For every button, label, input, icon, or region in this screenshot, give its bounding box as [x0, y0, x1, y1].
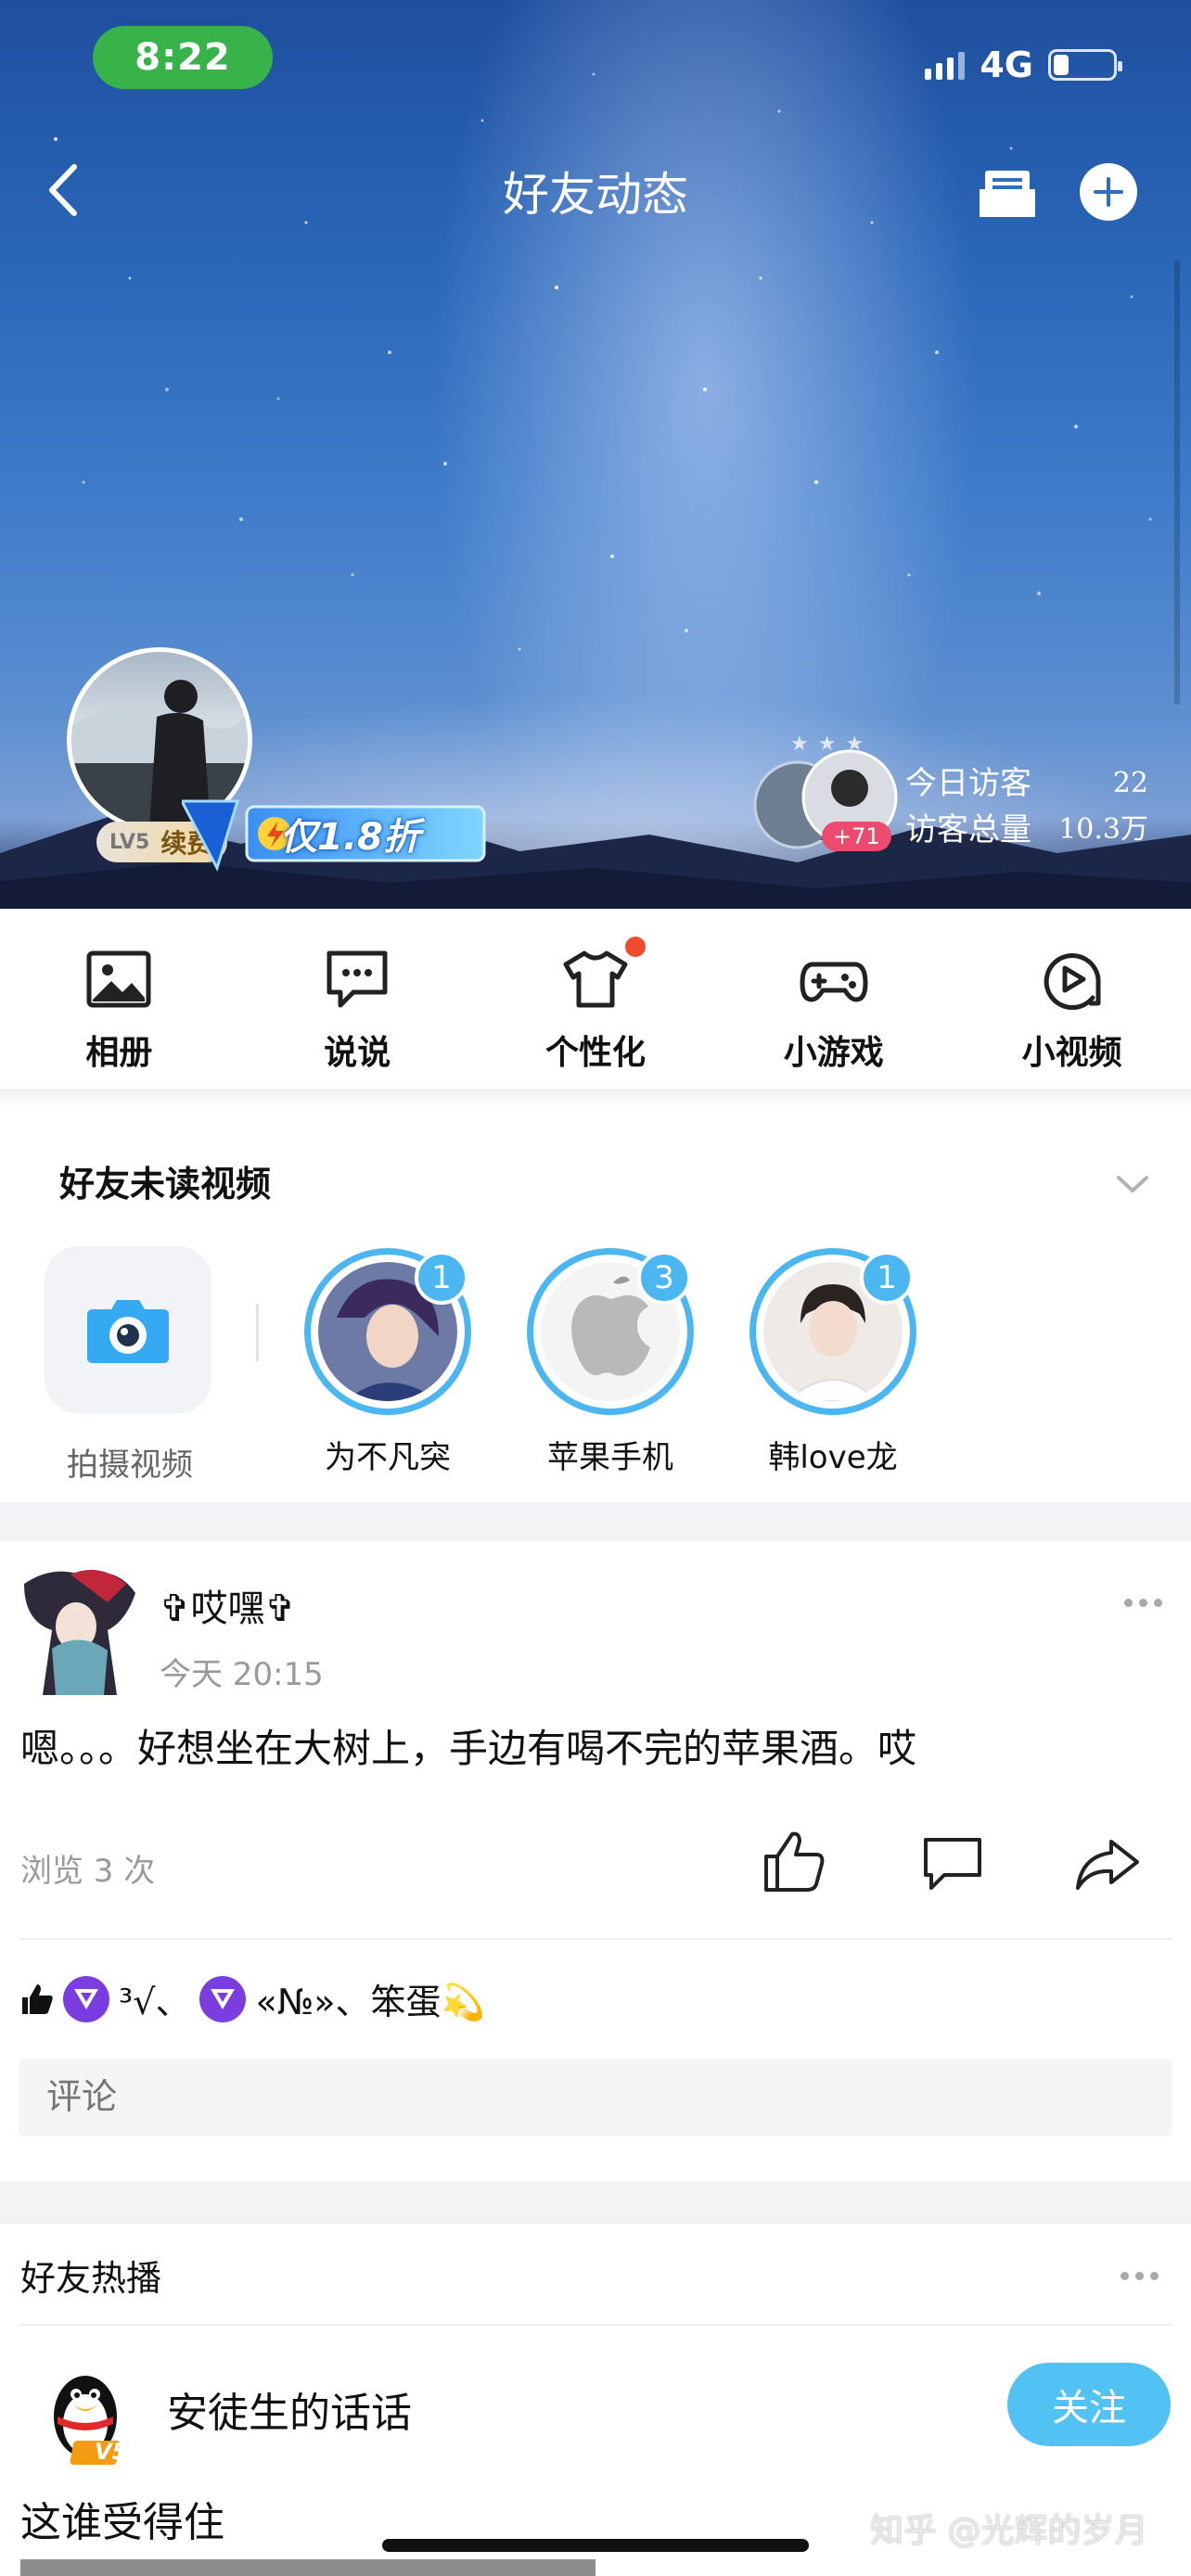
- camera-icon: [87, 1300, 169, 1363]
- visitor-rank-stars: ★★★: [790, 733, 874, 756]
- vip-promo-text: 仅1.8折: [280, 816, 420, 859]
- video-avatar-ring: 1: [304, 1248, 471, 1415]
- post-timestamp: 今天 20:15: [160, 1656, 324, 1693]
- comment-input[interactable]: [19, 2059, 1172, 2136]
- shoot-video-button[interactable]: [45, 1246, 211, 1413]
- feed-post: ✞哎嘿✞ 今天 20:15 嗯。。。好想坐在大树上，手边有喝不完的苹果酒。哎 浏…: [0, 1541, 1191, 2181]
- follow-button[interactable]: 关注: [1007, 2363, 1171, 2446]
- video-avatar-ring: 1: [749, 1248, 916, 1415]
- plus-icon: [1094, 177, 1123, 207]
- home-indicator[interactable]: [382, 2539, 809, 2552]
- liker-name[interactable]: ³√、: [119, 1973, 190, 2024]
- friend-video-name: 为不凡突: [325, 1439, 451, 1476]
- menu-label-album: 相册: [85, 1034, 153, 1072]
- friend-videos-title: 好友未读视频: [59, 1164, 272, 1205]
- menu-item-personalize[interactable]: 个性化: [477, 909, 715, 1094]
- status-time: 8:22: [93, 26, 273, 89]
- unread-count-badge: 3: [637, 1251, 691, 1305]
- unread-count-badge: 1: [860, 1251, 914, 1305]
- menu-item-short-video[interactable]: 小视频: [953, 909, 1191, 1094]
- author-level-badge: V5: [95, 2439, 128, 2465]
- chevron-down-icon[interactable]: [1113, 1170, 1152, 1196]
- menu-shadow: [0, 1089, 1191, 1109]
- menu-item-shuoshuo[interactable]: 说说: [238, 909, 477, 1094]
- hot-post-image[interactable]: [20, 2559, 596, 2576]
- comment-icon[interactable]: [920, 1836, 985, 1892]
- more-visitors-badge: +71: [822, 822, 891, 851]
- today-visitors-value: 22: [1112, 767, 1148, 799]
- photo-album-icon: [86, 950, 151, 1008]
- friend-videos-section: 好友未读视频 拍摄视频 1 为不凡突 3 苹果手机 1 韩love龙: [0, 1109, 1191, 1502]
- post-content[interactable]: 嗯。。。好想坐在大树上，手边有喝不完的苹果酒。哎: [20, 1717, 916, 1774]
- gamepad-icon: [800, 962, 868, 1002]
- section-gap: [0, 2181, 1191, 2224]
- post-author-name[interactable]: ✞哎嘿✞: [160, 1578, 296, 1632]
- menu-label-personalize: 个性化: [544, 1034, 646, 1072]
- level-badge: LV5: [109, 830, 150, 854]
- status-indicators: 4G: [925, 45, 1122, 85]
- play-circle-icon: [1044, 953, 1101, 1011]
- friend-video-item[interactable]: 1 韩love龙: [749, 1248, 916, 1477]
- post-view-count: 浏览 3 次: [20, 1853, 156, 1890]
- unread-count-badge: 1: [415, 1251, 468, 1305]
- thumbs-up-icon: [22, 1983, 53, 2014]
- vip-badge-icon: [63, 1975, 109, 2022]
- chat-bubble-icon: [327, 950, 388, 1008]
- add-button[interactable]: [1080, 163, 1137, 221]
- hot-author-name[interactable]: 安徒生的话话: [167, 2379, 412, 2439]
- shoot-video-label: 拍摄视频: [67, 1447, 193, 1484]
- friend-video-item[interactable]: 1 为不凡突: [304, 1248, 471, 1477]
- total-visitors-label: 访客总量: [905, 811, 1031, 848]
- network-label: 4G: [980, 45, 1033, 85]
- divider: [19, 2324, 1172, 2326]
- share-icon[interactable]: [1074, 1836, 1141, 1892]
- hot-post-content[interactable]: 这谁受得住: [20, 2489, 224, 2548]
- friend-video-name: 韩love龙: [768, 1439, 898, 1476]
- video-avatar-ring: 3: [527, 1248, 694, 1415]
- menu-label-games: 小游戏: [783, 1034, 884, 1072]
- like-icon[interactable]: [762, 1829, 826, 1894]
- signal-icon: [925, 50, 966, 80]
- message-box-icon[interactable]: [978, 165, 1037, 221]
- cover-banner[interactable]: 8:22 4G 好友动态 LV5 续费 仅1.8折 ★★★ +71 今日访客 2…: [0, 0, 1191, 909]
- watermark: 知乎 @光辉的岁月: [870, 2512, 1148, 2550]
- notification-dot: [624, 937, 646, 957]
- visitor-stats[interactable]: 今日访客 22 访客总量 10.3万: [905, 760, 1148, 853]
- scroll-indicator: [1174, 260, 1180, 705]
- menu-label-short-video: 小视频: [1021, 1034, 1122, 1072]
- divider: [256, 1304, 259, 1361]
- menu-item-games[interactable]: 小游戏: [714, 909, 953, 1094]
- today-visitors-label: 今日访客: [905, 765, 1031, 802]
- section-gap: [0, 1502, 1191, 1541]
- total-visitors-value: 10.3万: [1058, 813, 1148, 846]
- more-options-icon[interactable]: [1124, 1599, 1162, 1607]
- friend-video-item[interactable]: 3 苹果手机: [527, 1248, 694, 1477]
- liker-name[interactable]: «№»、笨蛋💫: [255, 1973, 484, 2024]
- tshirt-icon: [563, 950, 628, 1008]
- menu-item-album[interactable]: 相册: [0, 909, 238, 1094]
- friends-hot-title: 好友热播: [20, 2258, 162, 2299]
- friend-video-name: 苹果手机: [547, 1439, 673, 1476]
- battery-icon: [1048, 49, 1122, 81]
- vip-badge-icon: [199, 1975, 247, 2022]
- post-author-avatar[interactable]: [15, 1565, 143, 1704]
- quick-menu: 相册 说说 个性化 小游戏 小视频: [0, 909, 1191, 1094]
- divider: [19, 1938, 1172, 1940]
- more-options-icon[interactable]: [1121, 2272, 1159, 2280]
- menu-label-shuoshuo: 说说: [324, 1034, 391, 1072]
- likes-list[interactable]: ³√、 «№»、笨蛋💫: [20, 1973, 485, 2024]
